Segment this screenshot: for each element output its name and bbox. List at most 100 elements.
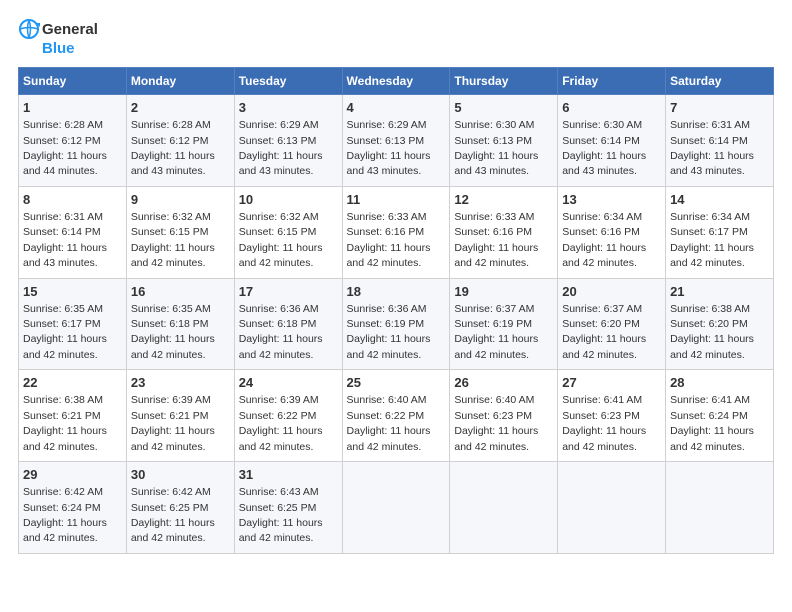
day-info: Sunrise: 6:30 AMSunset: 6:13 PMDaylight:… bbox=[454, 119, 538, 177]
day-number: 30 bbox=[131, 466, 230, 484]
weekday-header-monday: Monday bbox=[126, 68, 234, 95]
calendar-cell: 19 Sunrise: 6:37 AMSunset: 6:19 PMDayligh… bbox=[450, 278, 558, 370]
calendar-cell: 3 Sunrise: 6:29 AMSunset: 6:13 PMDaylight… bbox=[234, 95, 342, 187]
weekday-header-saturday: Saturday bbox=[666, 68, 774, 95]
day-info: Sunrise: 6:36 AMSunset: 6:19 PMDaylight:… bbox=[347, 303, 431, 361]
day-number: 23 bbox=[131, 374, 230, 392]
page: General Blue SundayMondayTuesdayWednesda… bbox=[0, 0, 792, 612]
calendar-week-4: 22 Sunrise: 6:38 AMSunset: 6:21 PMDayligh… bbox=[19, 370, 774, 462]
day-info: Sunrise: 6:42 AMSunset: 6:25 PMDaylight:… bbox=[131, 486, 215, 544]
day-number: 17 bbox=[239, 283, 338, 301]
day-number: 19 bbox=[454, 283, 553, 301]
day-info: Sunrise: 6:38 AMSunset: 6:21 PMDaylight:… bbox=[23, 394, 107, 452]
calendar-cell: 9 Sunrise: 6:32 AMSunset: 6:15 PMDaylight… bbox=[126, 186, 234, 278]
day-number: 12 bbox=[454, 191, 553, 209]
calendar-cell bbox=[342, 462, 450, 554]
weekday-header-tuesday: Tuesday bbox=[234, 68, 342, 95]
calendar-cell bbox=[450, 462, 558, 554]
calendar-week-3: 15Sunrise: 6:35 AMSunset: 6:17 PMDayligh… bbox=[19, 278, 774, 370]
weekday-header-thursday: Thursday bbox=[450, 68, 558, 95]
day-info: Sunrise: 6:37 AMSunset: 6:19 PMDaylight:… bbox=[454, 303, 538, 361]
day-info: Sunrise: 6:39 AMSunset: 6:22 PMDaylight:… bbox=[239, 394, 323, 452]
day-info: Sunrise: 6:34 AMSunset: 6:16 PMDaylight:… bbox=[562, 211, 646, 269]
day-number: 25 bbox=[347, 374, 446, 392]
calendar-week-1: 1 Sunrise: 6:28 AMSunset: 6:12 PMDaylight… bbox=[19, 95, 774, 187]
calendar-cell: 11 Sunrise: 6:33 AMSunset: 6:16 PMDayligh… bbox=[342, 186, 450, 278]
calendar-cell: 4 Sunrise: 6:29 AMSunset: 6:13 PMDaylight… bbox=[342, 95, 450, 187]
day-info: Sunrise: 6:38 AMSunset: 6:20 PMDaylight:… bbox=[670, 303, 754, 361]
calendar: SundayMondayTuesdayWednesdayThursdayFrid… bbox=[18, 67, 774, 554]
day-info: Sunrise: 6:40 AMSunset: 6:22 PMDaylight:… bbox=[347, 394, 431, 452]
day-number: 29 bbox=[23, 466, 122, 484]
calendar-cell: 5 Sunrise: 6:30 AMSunset: 6:13 PMDaylight… bbox=[450, 95, 558, 187]
logo: General Blue bbox=[18, 18, 98, 57]
day-number: 6 bbox=[562, 99, 661, 117]
day-number: 10 bbox=[239, 191, 338, 209]
calendar-cell: 16 Sunrise: 6:35 AMSunset: 6:18 PMDayligh… bbox=[126, 278, 234, 370]
calendar-cell: 15Sunrise: 6:35 AMSunset: 6:17 PMDayligh… bbox=[19, 278, 127, 370]
day-number: 16 bbox=[131, 283, 230, 301]
day-number: 28 bbox=[670, 374, 769, 392]
day-info: Sunrise: 6:43 AMSunset: 6:25 PMDaylight:… bbox=[239, 486, 323, 544]
day-info: Sunrise: 6:31 AMSunset: 6:14 PMDaylight:… bbox=[670, 119, 754, 177]
day-info: Sunrise: 6:33 AMSunset: 6:16 PMDaylight:… bbox=[454, 211, 538, 269]
day-number: 3 bbox=[239, 99, 338, 117]
day-number: 22 bbox=[23, 374, 122, 392]
day-info: Sunrise: 6:39 AMSunset: 6:21 PMDaylight:… bbox=[131, 394, 215, 452]
calendar-cell: 20 Sunrise: 6:37 AMSunset: 6:20 PMDayligh… bbox=[558, 278, 666, 370]
day-info: Sunrise: 6:36 AMSunset: 6:18 PMDaylight:… bbox=[239, 303, 323, 361]
calendar-week-5: 29 Sunrise: 6:42 AMSunset: 6:24 PMDayligh… bbox=[19, 462, 774, 554]
day-number: 18 bbox=[347, 283, 446, 301]
day-number: 13 bbox=[562, 191, 661, 209]
calendar-cell: 26Sunrise: 6:40 AMSunset: 6:23 PMDayligh… bbox=[450, 370, 558, 462]
day-info: Sunrise: 6:41 AMSunset: 6:23 PMDaylight:… bbox=[562, 394, 646, 452]
weekday-header-friday: Friday bbox=[558, 68, 666, 95]
weekday-header-wednesday: Wednesday bbox=[342, 68, 450, 95]
day-number: 2 bbox=[131, 99, 230, 117]
day-info: Sunrise: 6:35 AMSunset: 6:18 PMDaylight:… bbox=[131, 303, 215, 361]
day-number: 24 bbox=[239, 374, 338, 392]
calendar-cell: 1Sunrise: 6:28 AMSunset: 6:12 PMDaylight… bbox=[19, 95, 127, 187]
calendar-cell: 12 Sunrise: 6:33 AMSunset: 6:16 PMDayligh… bbox=[450, 186, 558, 278]
day-info: Sunrise: 6:34 AMSunset: 6:17 PMDaylight:… bbox=[670, 211, 754, 269]
day-info: Sunrise: 6:28 AMSunset: 6:12 PMDaylight:… bbox=[131, 119, 215, 177]
calendar-cell: 23 Sunrise: 6:39 AMSunset: 6:21 PMDayligh… bbox=[126, 370, 234, 462]
day-info: Sunrise: 6:35 AMSunset: 6:17 PMDaylight:… bbox=[23, 303, 107, 361]
day-info: Sunrise: 6:40 AMSunset: 6:23 PMDaylight:… bbox=[454, 394, 538, 452]
day-number: 9 bbox=[131, 191, 230, 209]
day-info: Sunrise: 6:42 AMSunset: 6:24 PMDaylight:… bbox=[23, 486, 107, 544]
calendar-cell: 10 Sunrise: 6:32 AMSunset: 6:15 PMDayligh… bbox=[234, 186, 342, 278]
day-number: 4 bbox=[347, 99, 446, 117]
day-info: Sunrise: 6:29 AMSunset: 6:13 PMDaylight:… bbox=[347, 119, 431, 177]
day-number: 5 bbox=[454, 99, 553, 117]
day-number: 11 bbox=[347, 191, 446, 209]
calendar-cell: 14 Sunrise: 6:34 AMSunset: 6:17 PMDayligh… bbox=[666, 186, 774, 278]
day-info: Sunrise: 6:37 AMSunset: 6:20 PMDaylight:… bbox=[562, 303, 646, 361]
calendar-cell: 31Sunrise: 6:43 AMSunset: 6:25 PMDayligh… bbox=[234, 462, 342, 554]
day-info: Sunrise: 6:32 AMSunset: 6:15 PMDaylight:… bbox=[239, 211, 323, 269]
day-info: Sunrise: 6:33 AMSunset: 6:16 PMDaylight:… bbox=[347, 211, 431, 269]
calendar-cell: 27 Sunrise: 6:41 AMSunset: 6:23 PMDayligh… bbox=[558, 370, 666, 462]
day-number: 27 bbox=[562, 374, 661, 392]
day-number: 14 bbox=[670, 191, 769, 209]
day-number: 1 bbox=[23, 99, 122, 117]
logo-text-blue: Blue bbox=[42, 40, 75, 57]
day-info: Sunrise: 6:32 AMSunset: 6:15 PMDaylight:… bbox=[131, 211, 215, 269]
header: General Blue bbox=[18, 18, 774, 57]
calendar-week-2: 8Sunrise: 6:31 AMSunset: 6:14 PMDaylight… bbox=[19, 186, 774, 278]
day-number: 20 bbox=[562, 283, 661, 301]
calendar-cell: 6 Sunrise: 6:30 AMSunset: 6:14 PMDaylight… bbox=[558, 95, 666, 187]
calendar-cell bbox=[558, 462, 666, 554]
day-number: 7 bbox=[670, 99, 769, 117]
calendar-cell: 30 Sunrise: 6:42 AMSunset: 6:25 PMDayligh… bbox=[126, 462, 234, 554]
day-info: Sunrise: 6:29 AMSunset: 6:13 PMDaylight:… bbox=[239, 119, 323, 177]
day-info: Sunrise: 6:30 AMSunset: 6:14 PMDaylight:… bbox=[562, 119, 646, 177]
calendar-cell: 24 Sunrise: 6:39 AMSunset: 6:22 PMDayligh… bbox=[234, 370, 342, 462]
calendar-cell: 7 Sunrise: 6:31 AMSunset: 6:14 PMDaylight… bbox=[666, 95, 774, 187]
calendar-cell: 22 Sunrise: 6:38 AMSunset: 6:21 PMDayligh… bbox=[19, 370, 127, 462]
calendar-cell: 17 Sunrise: 6:36 AMSunset: 6:18 PMDayligh… bbox=[234, 278, 342, 370]
logo-text-general: General bbox=[42, 21, 98, 38]
calendar-cell: 2 Sunrise: 6:28 AMSunset: 6:12 PMDaylight… bbox=[126, 95, 234, 187]
day-info: Sunrise: 6:31 AMSunset: 6:14 PMDaylight:… bbox=[23, 211, 107, 269]
weekday-header-sunday: Sunday bbox=[19, 68, 127, 95]
